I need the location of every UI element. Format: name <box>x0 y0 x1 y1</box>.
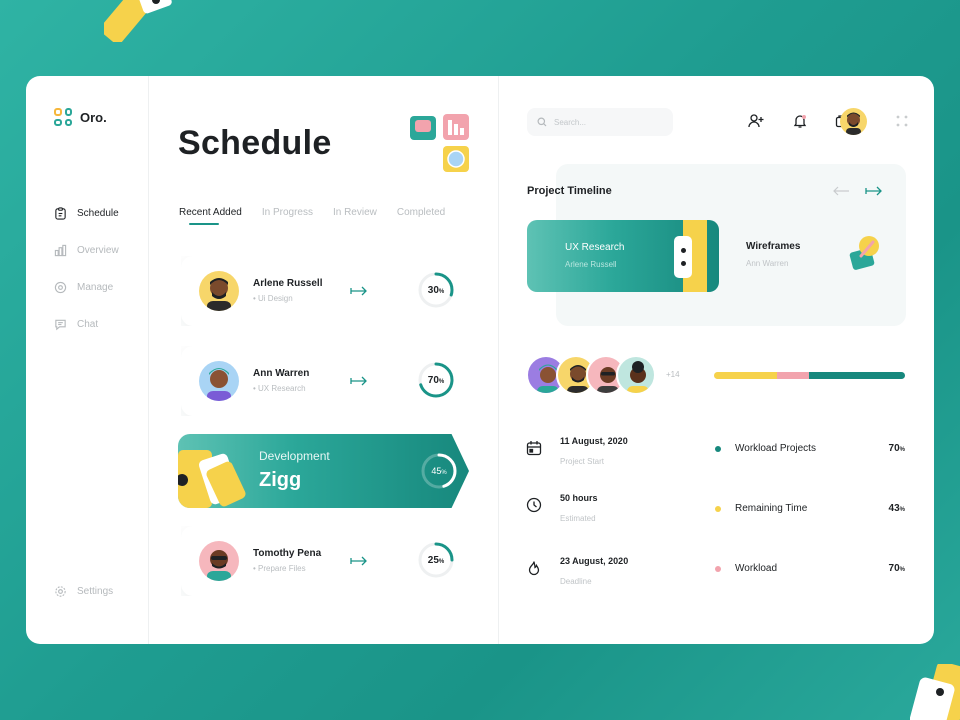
search-bar[interactable] <box>527 108 673 136</box>
detail-label: Project Start <box>560 457 605 466</box>
task-card[interactable]: Ann Warren • UX Research 70% <box>181 346 459 416</box>
sidebar-item-chat[interactable]: Chat <box>54 318 98 331</box>
arrow-right-icon[interactable] <box>349 555 369 567</box>
app-window: Oro. Schedule Overview Manage Chat Setti… <box>26 76 934 644</box>
assignee-name: Tomothy Pena <box>253 548 322 559</box>
task-role: • Prepare Files <box>253 564 306 573</box>
progress-percent: 25% <box>427 555 445 566</box>
arrow-right-icon[interactable] <box>349 285 369 297</box>
timeline-item-subtitle: Ann Warren <box>746 259 789 268</box>
progress-segment <box>809 372 905 379</box>
bell-icon[interactable] <box>792 113 808 129</box>
cards-illustration-icon <box>178 450 246 508</box>
progress-percent: 70% <box>427 375 445 386</box>
add-user-icon[interactable] <box>748 113 764 129</box>
user-avatar[interactable] <box>840 108 867 135</box>
avatar <box>199 541 239 581</box>
sidebar-item-label: Schedule <box>77 208 119 219</box>
tab-in-review[interactable]: In Review <box>333 207 377 225</box>
task-role: • Ui Design <box>253 294 293 303</box>
decorative-shape-top <box>104 0 172 42</box>
progress-percent: 45% <box>431 466 447 476</box>
sidebar-item-overview[interactable]: Overview <box>54 244 119 257</box>
featured-task-card[interactable]: Development Zigg 45% <box>178 434 469 508</box>
stat-value: 70% <box>888 443 905 454</box>
task-card[interactable]: Tomothy Pena • Prepare Files 25% <box>181 526 459 596</box>
avatar <box>616 355 656 395</box>
detail-value: 50 hours <box>560 493 598 503</box>
clipboard-icon <box>55 207 66 220</box>
stat-label: Remaining Time <box>735 503 808 514</box>
tab-recent-added[interactable]: Recent Added <box>179 207 242 225</box>
sidebar-item-manage[interactable]: Manage <box>54 281 113 294</box>
tab-in-progress[interactable]: In Progress <box>262 207 313 225</box>
sidebar-item-settings[interactable]: Settings <box>54 585 113 598</box>
featured-task-category: Development <box>259 449 330 463</box>
schedule-panel: Schedule Recent Added In Progress In Rev… <box>149 76 499 644</box>
clock-icon <box>526 497 542 513</box>
search-input[interactable] <box>554 117 664 127</box>
logo-text: Oro. <box>80 109 107 125</box>
featured-task-name: Zigg <box>259 469 302 491</box>
stat-remaining-time: Remaining Time 43% <box>713 501 905 517</box>
sidebar-item-label: Overview <box>77 245 119 256</box>
calendar-icon <box>526 441 542 456</box>
team-more-count[interactable]: +14 <box>666 370 680 379</box>
decorative-shape-bottom <box>910 664 960 720</box>
page-title: Schedule <box>178 124 332 162</box>
status-dot <box>715 566 721 572</box>
task-card[interactable]: Arlene Russell • Ui Design 30% <box>181 256 459 326</box>
arrow-right-icon[interactable] <box>349 375 369 387</box>
avatar <box>199 361 239 401</box>
timeline-title: Project Timeline <box>527 185 612 197</box>
detail-label: Deadline <box>560 577 592 586</box>
stat-workload: Workload 70% <box>713 561 905 577</box>
gear-icon <box>55 586 66 597</box>
stat-label: Workload <box>735 563 778 574</box>
arrow-left-icon[interactable] <box>832 186 850 196</box>
sidebar-item-schedule[interactable]: Schedule <box>54 207 119 220</box>
sidebar: Oro. Schedule Overview Manage Chat Setti… <box>26 76 149 644</box>
status-dot <box>715 506 721 512</box>
logo[interactable]: Oro. <box>54 108 107 126</box>
timeline-item-ux-research[interactable]: UX Research Arlene Russell <box>527 220 719 292</box>
target-icon <box>54 281 67 294</box>
task-role: • UX Research <box>253 384 306 393</box>
team-avatars[interactable] <box>526 355 656 395</box>
stat-value: 43% <box>888 503 905 514</box>
progress-segment <box>714 372 778 379</box>
search-icon <box>537 117 547 127</box>
stat-workload-projects: Workload Projects 70% <box>713 441 905 457</box>
status-dot <box>715 446 721 452</box>
flame-icon <box>528 561 540 576</box>
apps-illustration-icon <box>410 114 469 172</box>
tab-completed[interactable]: Completed <box>397 207 445 225</box>
stat-value: 70% <box>888 563 905 574</box>
timeline-item-title[interactable]: Wireframes <box>746 241 800 252</box>
detail-value: 11 August, 2020 <box>560 436 628 446</box>
team-progress-bar <box>714 372 905 379</box>
avatar <box>199 271 239 311</box>
sidebar-item-label: Manage <box>77 282 114 293</box>
arrow-right-icon[interactable] <box>865 186 883 196</box>
detail-value: 23 August, 2020 <box>560 556 629 566</box>
detail-label: Estimated <box>560 514 596 523</box>
pen-tool-illustration-icon <box>849 236 879 270</box>
progress-percent: 30% <box>427 285 445 296</box>
progress-segment <box>777 372 810 379</box>
sidebar-item-label: Chat <box>77 319 99 330</box>
assignee-name: Arlene Russell <box>253 278 323 289</box>
assignee-name: Ann Warren <box>253 368 310 379</box>
stat-label: Workload Projects <box>735 443 816 454</box>
grid-menu-icon[interactable] <box>894 113 910 129</box>
logo-icon <box>54 108 72 126</box>
project-panel: Project Timeline UX Research Arlene Russ… <box>499 76 934 644</box>
timeline-item-title: UX Research <box>565 242 625 253</box>
timeline-item-subtitle: Arlene Russell <box>565 260 617 269</box>
sidebar-item-label: Settings <box>77 586 114 597</box>
bar-chart-icon <box>54 244 67 257</box>
status-tabs: Recent Added In Progress In Review Compl… <box>179 207 445 225</box>
chat-icon <box>55 319 66 331</box>
drag-handle[interactable] <box>674 236 692 278</box>
